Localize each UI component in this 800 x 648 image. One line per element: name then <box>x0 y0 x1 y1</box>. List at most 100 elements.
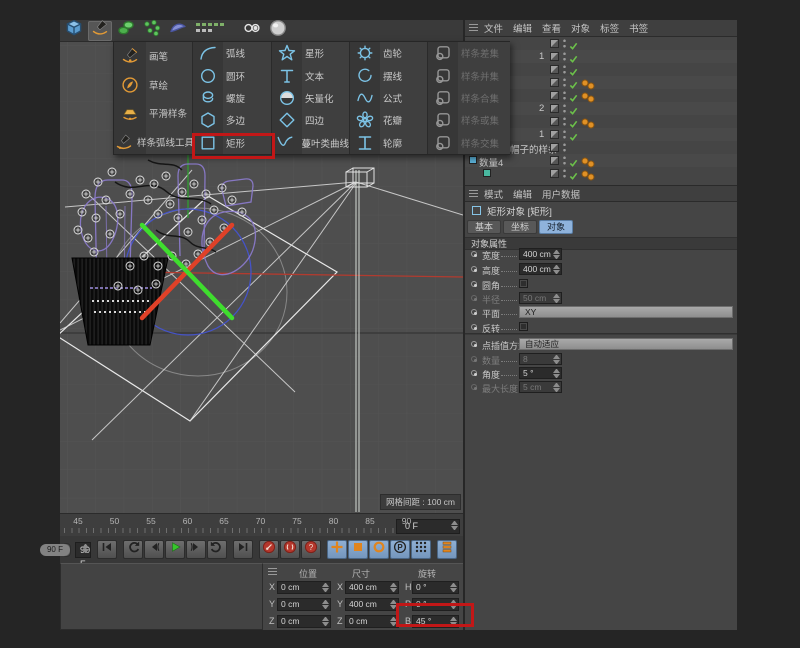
animate-dot-icon[interactable] <box>471 309 477 315</box>
animate-dot-icon[interactable] <box>471 370 477 376</box>
visibility-dots-icon[interactable] <box>563 39 566 48</box>
enabled-check-icon[interactable] <box>569 168 578 183</box>
animate-dot-icon[interactable] <box>471 251 477 257</box>
field-stepper-icon[interactable] <box>322 617 329 626</box>
menu-tool-sketch[interactable]: 草绘 <box>114 71 192 100</box>
coords-field-position-y[interactable]: 0 cm <box>277 598 331 611</box>
snap-cluster[interactable] <box>192 21 238 41</box>
frame-stepper-icon[interactable] <box>451 521 458 530</box>
om-menu-item-1[interactable]: 文件 <box>484 21 503 35</box>
panel-menu-icon[interactable] <box>268 568 277 576</box>
om-menu-item-5[interactable]: 标签 <box>600 21 619 35</box>
om-menu-item-6[interactable]: 书签 <box>629 21 648 35</box>
attr-dropdown-interpolation[interactable]: 自动适应 <box>519 338 733 350</box>
field-stepper-icon[interactable] <box>450 617 457 626</box>
transport-loop-forward-button[interactable] <box>207 540 227 559</box>
field-stepper-icon[interactable] <box>322 583 329 592</box>
am-menu-item-1[interactable]: 模式 <box>484 187 503 201</box>
field-stepper-icon[interactable] <box>390 600 397 609</box>
layer-toggle-icon[interactable] <box>550 169 559 178</box>
attr-dropdown-plane[interactable]: XY <box>519 306 733 318</box>
animate-dot-icon[interactable] <box>471 295 477 301</box>
am-menu-item-2[interactable]: 编辑 <box>513 187 532 201</box>
attr-checkbox-reverse[interactable] <box>519 322 528 331</box>
transport-go-to-end-button[interactable] <box>233 540 253 559</box>
transport-keyframe-pla-button[interactable] <box>411 540 431 559</box>
expression-tags-icon[interactable] <box>581 168 596 183</box>
animate-dot-icon[interactable] <box>471 266 477 272</box>
frame-number-input[interactable]: 90 F <box>75 542 91 558</box>
layer-toggle-icon[interactable] <box>550 156 559 165</box>
layer-toggle-icon[interactable] <box>550 39 559 48</box>
frame-input-stepper-icon[interactable] <box>82 544 89 553</box>
om-menu-item-4[interactable]: 对象 <box>571 21 590 35</box>
null-object-tool[interactable] <box>240 21 264 41</box>
animate-dot-icon[interactable] <box>471 356 477 362</box>
field-stepper-icon[interactable] <box>450 583 457 592</box>
range-end-bubble[interactable]: 90 F <box>40 544 70 556</box>
menu-tool-pen[interactable]: 画笔 <box>114 42 192 71</box>
menu-item-helix[interactable]: 螺旋 <box>193 87 271 109</box>
visibility-dots-icon[interactable] <box>563 130 566 139</box>
visibility-dots-icon[interactable] <box>563 169 566 178</box>
field-stepper-icon[interactable] <box>390 583 397 592</box>
menu-tool-smooth-spline[interactable]: 平滑样条 <box>114 99 192 128</box>
attr-field-max-length[interactable]: 5 cm <box>519 381 562 393</box>
visibility-dots-icon[interactable] <box>563 65 566 74</box>
coords-field-rotation-h[interactable]: 0 ° <box>412 581 459 594</box>
visibility-dots-icon[interactable] <box>563 91 566 100</box>
transport-record-selection-button[interactable] <box>280 540 300 559</box>
coords-field-size-y[interactable]: 400 cm <box>345 598 399 611</box>
material-manager-panel[interactable] <box>60 563 263 630</box>
menu-item-cycloid[interactable]: 摆线 <box>350 64 427 86</box>
layer-toggle-icon[interactable] <box>550 130 559 139</box>
menu-item-ngon[interactable]: 多边 <box>193 109 271 131</box>
animate-dot-icon[interactable] <box>471 324 477 330</box>
material-tool[interactable] <box>266 21 290 41</box>
visibility-dots-icon[interactable] <box>563 78 566 87</box>
timeline-range-slider[interactable]: 90 F <box>62 543 71 557</box>
field-stepper-icon[interactable] <box>390 617 397 626</box>
coords-field-rotation-b[interactable]: 45 ° <box>412 615 459 628</box>
coords-field-size-x[interactable]: 400 cm <box>345 581 399 594</box>
coords-field-position-x[interactable]: 0 cm <box>277 581 331 594</box>
menu-item-text[interactable]: 文本 <box>272 64 349 86</box>
layer-toggle-icon[interactable] <box>550 65 559 74</box>
transport-keyframe-scale-button[interactable] <box>348 540 368 559</box>
coords-field-size-z[interactable]: 0 cm <box>345 615 399 628</box>
transport-previous-key-button[interactable] <box>144 540 164 559</box>
layer-toggle-icon[interactable] <box>550 143 559 152</box>
transport-keyframe-position-button[interactable] <box>327 540 347 559</box>
attr-field-angle[interactable]: 5 ° <box>519 367 562 379</box>
attr-checkbox-rounding[interactable] <box>519 279 528 288</box>
menu-item-rectangle[interactable]: 矩形 <box>193 132 271 154</box>
menu-item-arc[interactable]: 弧线 <box>193 42 271 64</box>
transport-go-to-start-button[interactable] <box>97 540 117 559</box>
menu-item-gear[interactable]: 齿轮 <box>350 42 427 64</box>
menu-tool-spline-arc-tool[interactable]: 样条弧线工具 <box>114 128 192 157</box>
panel-menu-icon[interactable] <box>469 24 478 32</box>
field-stepper-icon[interactable] <box>553 369 560 378</box>
menu-item-star[interactable]: 星形 <box>272 42 349 64</box>
field-stepper-icon[interactable] <box>553 265 560 274</box>
field-stepper-icon[interactable] <box>553 355 560 364</box>
visibility-dots-icon[interactable] <box>563 156 566 165</box>
field-stepper-icon[interactable] <box>553 250 560 259</box>
animate-dot-icon[interactable] <box>471 384 477 390</box>
spline-pen-tool[interactable] <box>88 21 112 41</box>
animate-dot-icon[interactable] <box>471 281 477 287</box>
animate-dot-icon[interactable] <box>471 341 477 347</box>
menu-item-flower[interactable]: 花瓣 <box>350 109 427 131</box>
tab-object[interactable]: 对象 <box>539 220 573 234</box>
attr-field-height[interactable]: 400 cm <box>519 263 562 275</box>
transport-auto-keying-button[interactable]: ? <box>301 540 321 559</box>
menu-item-profile[interactable]: 轮廓 <box>350 132 427 154</box>
timeline-ruler[interactable]: 0 F 45505560657075808590 <box>60 513 463 536</box>
menu-item-circle[interactable]: 圆环 <box>193 64 271 86</box>
deformer-tool[interactable] <box>114 21 138 41</box>
layer-toggle-icon[interactable] <box>550 91 559 100</box>
visibility-dots-icon[interactable] <box>563 52 566 61</box>
layer-toggle-icon[interactable] <box>550 104 559 113</box>
tab-coord[interactable]: 坐标 <box>503 220 537 234</box>
field-stepper-icon[interactable] <box>553 383 560 392</box>
